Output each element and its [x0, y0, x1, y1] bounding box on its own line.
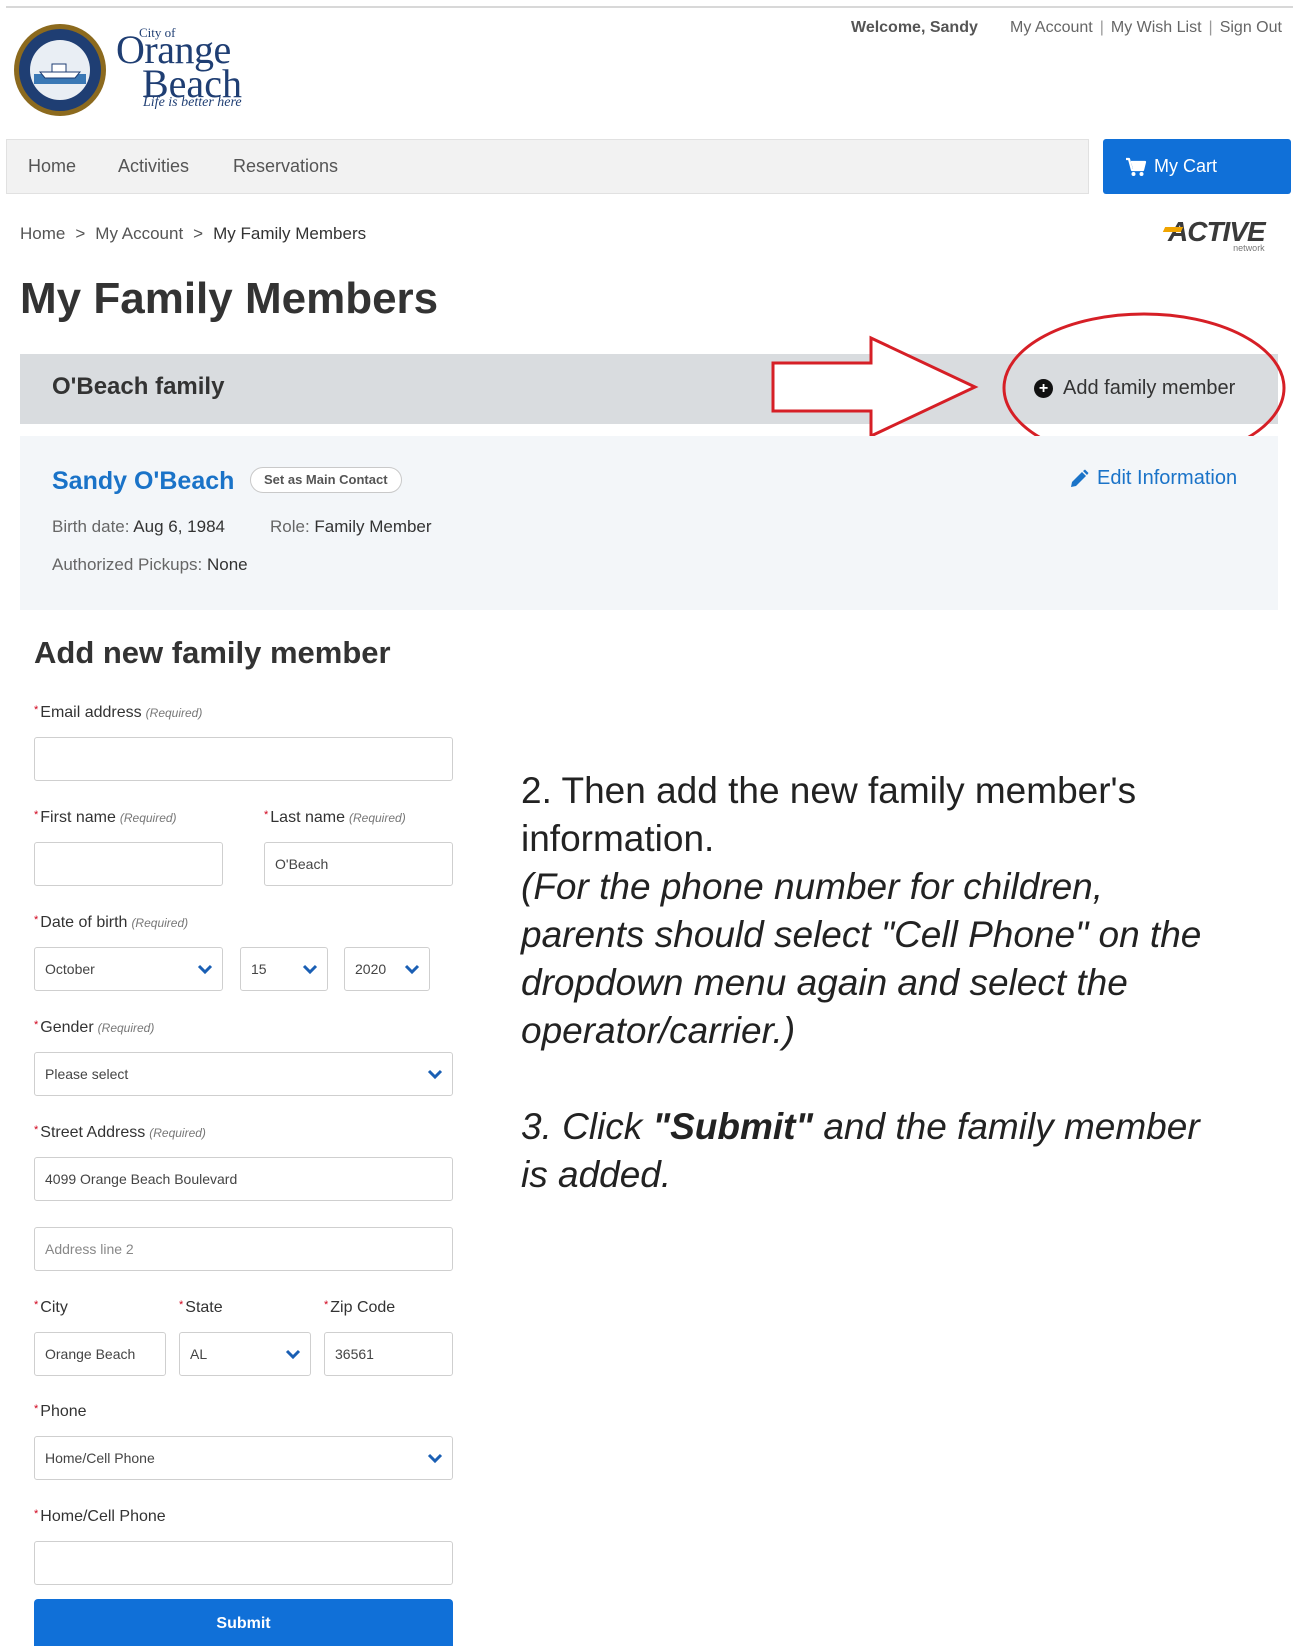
breadcrumb-my-account[interactable]: My Account — [95, 224, 183, 243]
welcome-text: Welcome, Sandy — [851, 19, 978, 36]
phone-label: * Phone — [34, 1403, 87, 1420]
my-wish-list-link[interactable]: My Wish List — [1111, 19, 1202, 36]
pickups-label: Authorized Pickups: — [52, 555, 203, 574]
city-label: * City — [34, 1299, 68, 1316]
shopping-cart-icon — [1126, 157, 1147, 176]
home-cell-phone-label: * Home/Cell Phone — [34, 1508, 166, 1525]
state-select[interactable]: AL — [179, 1332, 311, 1376]
nav-reservations[interactable]: Reservations — [233, 156, 338, 177]
member-role: Role: Family Member — [270, 517, 432, 537]
chevron-down-icon — [427, 1453, 443, 1464]
edit-information-link[interactable]: Edit Information — [1069, 467, 1237, 490]
dob-month-select[interactable]: October — [34, 947, 223, 991]
city-field[interactable]: Orange Beach — [34, 1332, 166, 1376]
instruction-note-line4: operator/carrier.) — [521, 1010, 796, 1051]
zip-code-field[interactable]: 36561 — [324, 1332, 453, 1376]
breadcrumb-current: My Family Members — [213, 224, 367, 243]
breadcrumb-separator: > — [75, 224, 86, 243]
edit-information-label: Edit Information — [1097, 467, 1238, 489]
first-name-field[interactable] — [34, 842, 223, 886]
my-cart-label: My Cart — [1154, 156, 1217, 176]
add-member-form-title: Add new family member — [34, 635, 391, 670]
chevron-down-icon — [285, 1349, 301, 1360]
birth-date-value: Aug 6, 1984 — [133, 517, 225, 536]
first-name-label: * First name (Required) — [34, 809, 177, 826]
instruction-note-line3: dropdown menu again and select the — [521, 962, 1128, 1003]
instruction-step2-line1: 2. Then add the new family member's — [521, 770, 1137, 811]
instruction-step3-line1: 3. Click "Submit" and the family member — [521, 1106, 1200, 1147]
dob-year-select[interactable]: 2020 — [344, 947, 430, 991]
last-name-field[interactable]: O'Beach — [264, 842, 453, 886]
active-logo-text: ACTIVE — [1168, 216, 1266, 247]
chevron-down-icon — [197, 964, 213, 975]
city-seal-logo[interactable] — [12, 22, 108, 118]
home-cell-phone-field[interactable] — [34, 1541, 453, 1585]
dob-day-select[interactable]: 15 — [240, 947, 328, 991]
date-of-birth-label: * Date of birth (Required) — [34, 914, 189, 931]
gender-label: * Gender (Required) — [34, 1019, 155, 1036]
phone-type-value: Home/Cell Phone — [45, 1450, 155, 1466]
last-name-label: * Last name (Required) — [264, 809, 406, 826]
chevron-down-icon — [302, 964, 318, 975]
link-separator: | — [1208, 19, 1213, 36]
family-name: O'Beach family — [52, 373, 225, 400]
breadcrumb-home[interactable]: Home — [20, 224, 65, 243]
account-links: My Account | My Wish List | Sign Out — [1010, 19, 1282, 37]
member-name-link[interactable]: Sandy O'Beach — [52, 467, 234, 496]
sign-out-link[interactable]: Sign Out — [1220, 19, 1282, 36]
state-label: * State — [179, 1299, 223, 1316]
member-birth-date: Birth date: Aug 6, 1984 — [52, 517, 225, 537]
pencil-icon — [1071, 469, 1089, 487]
zip-code-label: * Zip Code — [324, 1299, 396, 1316]
gender-value: Please select — [45, 1066, 129, 1082]
link-separator: | — [1099, 19, 1104, 36]
page-title: My Family Members — [20, 274, 439, 323]
active-network-logo: ACTIVE network — [1162, 216, 1266, 253]
pickups-value: None — [206, 555, 248, 574]
dob-year-value: 2020 — [355, 961, 387, 977]
top-divider — [6, 6, 1293, 8]
instruction-step2-line2: information. — [521, 818, 715, 859]
instruction-note-line1: (For the phone number for children, — [521, 866, 1104, 907]
gender-select[interactable]: Please select — [34, 1052, 453, 1096]
street-address-label: * Street Address (Required) — [34, 1124, 206, 1141]
breadcrumb-separator: > — [193, 224, 204, 243]
nav-activities[interactable]: Activities — [118, 156, 189, 177]
phone-type-select[interactable]: Home/Cell Phone — [34, 1436, 453, 1480]
submit-button[interactable]: Submit — [34, 1599, 453, 1646]
nav-home[interactable]: Home — [28, 156, 76, 177]
email-label: * Email address (Required) — [34, 704, 203, 721]
my-cart-button[interactable]: My Cart — [1103, 139, 1291, 194]
chevron-down-icon — [404, 964, 420, 975]
state-value: AL — [190, 1346, 208, 1362]
set-main-contact-button[interactable]: Set as Main Contact — [250, 467, 402, 493]
dob-month-value: October — [45, 961, 95, 977]
logo-tagline: Life is better here — [143, 95, 242, 110]
birth-date-label: Birth date: — [52, 517, 130, 536]
role-value: Family Member — [314, 517, 432, 536]
email-field[interactable] — [34, 737, 453, 781]
role-label: Role: — [270, 517, 310, 536]
street-address-field[interactable]: 4099 Orange Beach Boulevard — [34, 1157, 453, 1201]
chevron-down-icon — [427, 1069, 443, 1080]
my-account-link[interactable]: My Account — [1010, 19, 1093, 36]
breadcrumb: Home > My Account > My Family Members — [20, 224, 366, 244]
member-authorized-pickups: Authorized Pickups: None — [52, 555, 248, 575]
dob-day-value: 15 — [251, 961, 267, 977]
instruction-step3-line2: is added. — [521, 1154, 672, 1195]
address-line-2-field[interactable]: Address line 2 — [34, 1227, 453, 1271]
instruction-note-line2: parents should select "Cell Phone" on th… — [521, 914, 1202, 955]
